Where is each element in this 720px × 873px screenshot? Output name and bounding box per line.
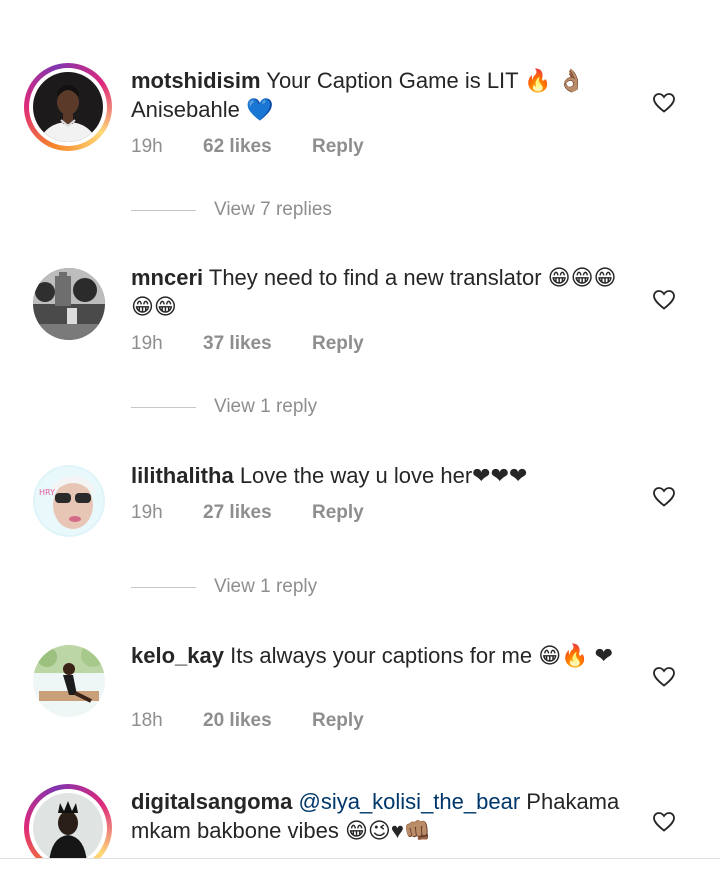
view-replies-button[interactable]: View 7 replies (131, 199, 431, 223)
username-link[interactable]: motshidisim (131, 68, 261, 93)
comment-body: Its always your captions for me 😁🔥 ❤ (230, 643, 614, 668)
comment-text: motshidisim Your Caption Game is LIT 🔥 👌… (131, 66, 621, 124)
view-replies-label: View 7 replies (214, 199, 332, 220)
avatar[interactable] (33, 72, 103, 142)
comment-body: They need to find a new translator 😁😁😁😁😁 (131, 265, 617, 319)
bottom-edge (0, 858, 720, 873)
story-ring[interactable] (24, 63, 112, 151)
reply-button[interactable]: Reply (312, 710, 364, 732)
comment-body: Love the way u love her❤❤❤ (239, 463, 528, 488)
view-replies-button[interactable]: View 1 reply (131, 396, 431, 420)
replies-divider-line (131, 407, 196, 408)
heart-outline-icon[interactable] (652, 485, 676, 509)
username-link[interactable]: lilithalitha (131, 463, 234, 488)
reply-button[interactable]: Reply (312, 502, 364, 524)
comment-text: digitalsangoma @siya_kolisi_the_bear Pha… (131, 787, 621, 845)
comment-time: 18h (131, 710, 163, 731)
mention-link[interactable]: @siya_kolisi_the_bear (298, 789, 520, 814)
heart-outline-icon[interactable] (652, 91, 676, 115)
reply-button[interactable]: Reply (312, 333, 364, 355)
svg-text:HRY: HRY (39, 488, 55, 497)
view-replies-label: View 1 reply (214, 576, 318, 597)
view-replies-button[interactable]: View 1 reply (131, 576, 431, 600)
heart-outline-icon[interactable] (652, 665, 676, 689)
heart-outline-icon[interactable] (652, 288, 676, 312)
likes-count[interactable]: 37 likes (203, 333, 272, 355)
comment-time: 19h (131, 136, 163, 157)
username-link[interactable]: digitalsangoma (131, 789, 292, 814)
replies-divider-line (131, 210, 196, 211)
reply-button[interactable]: Reply (312, 136, 364, 158)
likes-count[interactable]: 27 likes (203, 502, 272, 524)
likes-count[interactable]: 62 likes (203, 136, 272, 158)
avatar[interactable] (33, 268, 105, 340)
avatar[interactable] (33, 645, 105, 717)
avatar[interactable]: HRY (33, 465, 105, 537)
comment-time: 19h (131, 502, 163, 523)
username-link[interactable]: mnceri (131, 265, 203, 290)
likes-count[interactable]: 20 likes (203, 710, 272, 732)
comment-text: lilithalitha Love the way u love her❤❤❤ (131, 461, 621, 490)
comment-time: 19h (131, 333, 163, 354)
replies-divider-line (131, 587, 196, 588)
view-replies-label: View 1 reply (214, 396, 318, 417)
comment-text: mnceri They need to find a new translato… (131, 263, 621, 321)
comment-text: kelo_kay Its always your captions for me… (131, 641, 621, 670)
avatar[interactable] (33, 793, 103, 863)
heart-outline-icon[interactable] (652, 810, 676, 834)
username-link[interactable]: kelo_kay (131, 643, 224, 668)
